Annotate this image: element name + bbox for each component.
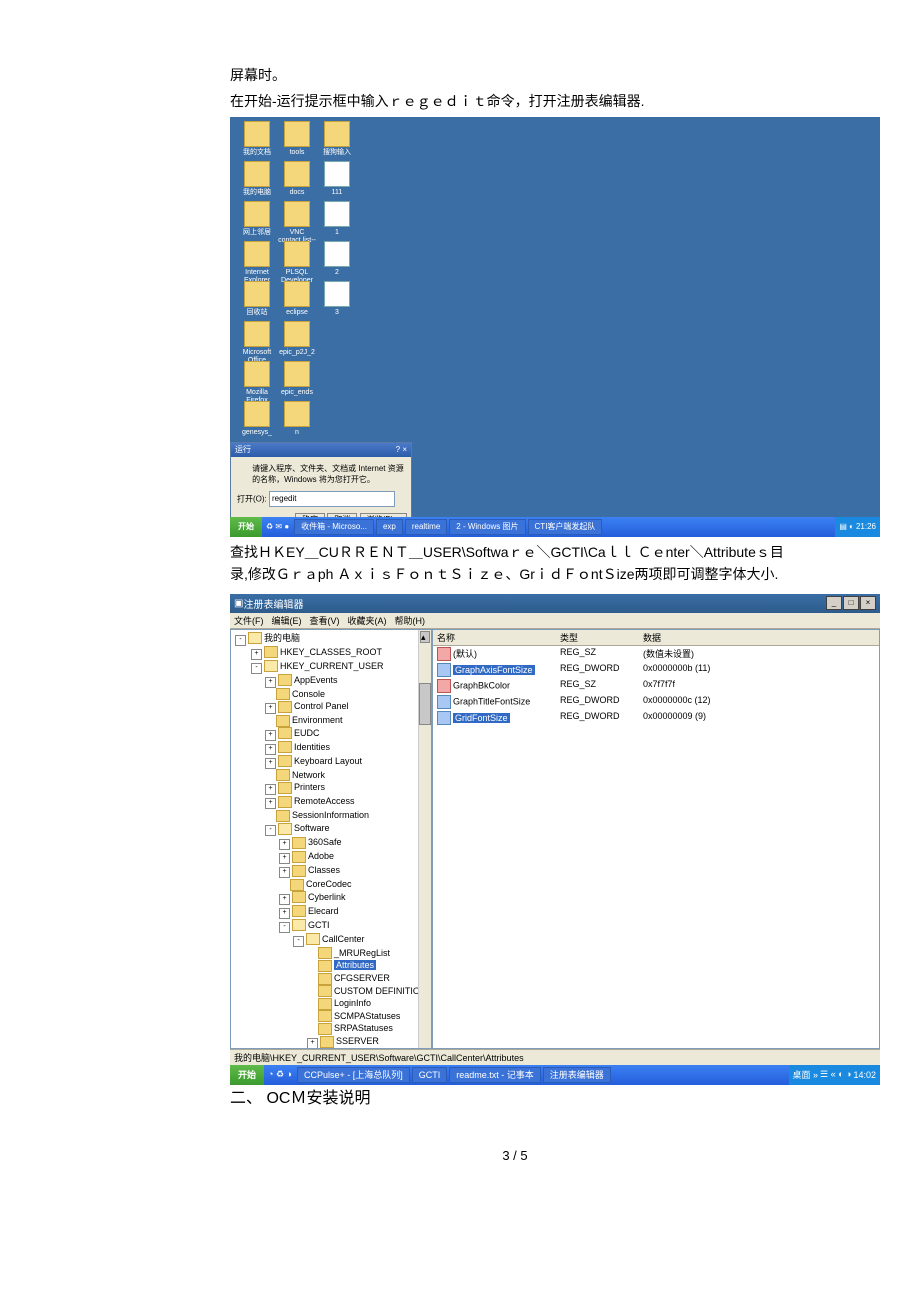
tree-item-Software[interactable]: -Software: [233, 822, 429, 836]
page-number: 3 / 5: [230, 1148, 800, 1163]
registry-tree[interactable]: -我的电脑+HKEY_CLASSES_ROOT-HKEY_CURRENT_USE…: [230, 629, 432, 1049]
tree-item-Control-Panel[interactable]: +Control Panel: [233, 700, 429, 714]
run-close-button[interactable]: ×: [402, 445, 407, 454]
taskbar-item-3[interactable]: 2 - Windows 图片: [449, 519, 525, 535]
tree-item-HKEY-CURRENT-USER[interactable]: -HKEY_CURRENT_USER: [233, 660, 429, 674]
regedit-icon: ▣: [234, 598, 243, 609]
tree-root[interactable]: -我的电脑: [233, 632, 429, 646]
close-button[interactable]: ×: [860, 596, 876, 610]
desktop-icon-n[interactable]: n: [278, 401, 316, 437]
start-button[interactable]: 开始: [230, 517, 262, 537]
tree-item-Classes[interactable]: +Classes: [233, 864, 429, 878]
tree-item-GCTI[interactable]: -GCTI: [233, 919, 429, 933]
taskbar2-item-0[interactable]: CCPulse+ - [上海总队列]: [297, 1067, 410, 1083]
value-row-2[interactable]: GraphBkColorREG_SZ0x7f7f7f: [433, 678, 879, 694]
tree-item-SessionInformation[interactable]: SessionInformation: [233, 809, 429, 822]
tree-item-CUSTOM-DEFINITION[interactable]: CUSTOM DEFINITION: [233, 985, 429, 998]
value-list-header: 名称 类型 数据: [433, 630, 879, 646]
taskbar-item-2[interactable]: realtime: [405, 519, 447, 535]
tree-item-Cyberlink[interactable]: +Cyberlink: [233, 891, 429, 905]
tree-item-Elecard[interactable]: +Elecard: [233, 905, 429, 919]
tree-item-HKEY-CLASSES-ROOT[interactable]: +HKEY_CLASSES_ROOT: [233, 646, 429, 660]
desktop-icon-firefox[interactable]: Mozilla Firefox: [238, 361, 276, 405]
maximize-button[interactable]: □: [843, 596, 859, 610]
tree-item-CoreCodec[interactable]: CoreCodec: [233, 878, 429, 891]
tree-item-Keyboard-Layout[interactable]: +Keyboard Layout: [233, 755, 429, 769]
run-titlebar: 运行 ? ×: [231, 443, 411, 457]
desktop-icon-3[interactable]: 3: [318, 281, 356, 317]
minimize-button[interactable]: _: [826, 596, 842, 610]
desktop-icon-1[interactable]: 1: [318, 201, 356, 237]
desktop-icon-mycomp[interactable]: 我的电脑: [238, 161, 276, 197]
registry-values[interactable]: 名称 类型 数据 (默认)REG_SZ(数值未设置)GraphAxisFontS…: [432, 629, 880, 1049]
tree-item-Environment[interactable]: Environment: [233, 714, 429, 727]
regedit-title: 注册表编辑器: [243, 596, 303, 611]
value-row-3[interactable]: GraphTitleFontSizeREG_DWORD0x0000000c (1…: [433, 694, 879, 710]
taskbar-regedit: 开始 ◔ ♻ ◑ CCPulse+ - [上海总队列]GCTIreadme.tx…: [230, 1065, 880, 1085]
tree-item-AppEvents[interactable]: +AppEvents: [233, 674, 429, 688]
value-row-0[interactable]: (默认)REG_SZ(数值未设置): [433, 646, 879, 663]
tree-item-Attributes[interactable]: Attributes: [233, 959, 429, 972]
system-tray[interactable]: ▤ ◐21:26: [835, 517, 880, 537]
run-title: 运行: [235, 443, 251, 457]
taskbar-item-0[interactable]: 收件箱 - Microso...: [294, 519, 374, 535]
regedit-statusbar: 我的电脑\HKEY_CURRENT_USER\Software\GCTI\Cal…: [230, 1049, 880, 1065]
desktop-icon-docs[interactable]: docs: [278, 161, 316, 197]
screenshot-desktop: 我的文档我的电脑网上邻居 Internet Explorer回收站 Microsof…: [230, 117, 880, 537]
tree-item-SSERVER[interactable]: +SSERVER: [233, 1035, 429, 1049]
tree-scrollbar[interactable]: ▴: [418, 630, 431, 1048]
doc-line2: 在开始-运行提示框中输入ｒｅｇｅｄｉｔ命令，打开注册表编辑器.: [230, 90, 800, 112]
desktop-icon-tools[interactable]: tools: [278, 121, 316, 157]
value-row-1[interactable]: GraphAxisFontSizeREG_DWORD0x0000000b (11…: [433, 662, 879, 678]
tree-item-LoginInfo[interactable]: LoginInfo: [233, 997, 429, 1010]
tree-item-RemoteAccess[interactable]: +RemoteAccess: [233, 795, 429, 809]
regedit-titlebar: ▣ 注册表编辑器 _ □ ×: [230, 594, 880, 613]
value-row-4[interactable]: GridFontSizeREG_DWORD0x00000009 (9): [433, 710, 879, 726]
taskbar2-item-3[interactable]: 注册表编辑器: [543, 1067, 611, 1083]
taskbar: 开始 ♻ ✉ ● 收件箱 - Microso...exprealtime2 - …: [230, 517, 880, 537]
tree-item-360Safe[interactable]: +360Safe: [233, 836, 429, 850]
doc-line3: 查找ＨＫEY＿CUＲＲＥＮＴ＿USER\Softwaｒｅ＼GCTI\Caｌｌ Ｃ…: [230, 541, 800, 586]
desktop-icon-plsql[interactable]: PLSQL Developer: [278, 241, 316, 285]
tree-item-SRPAStatuses[interactable]: SRPAStatuses: [233, 1022, 429, 1035]
tree-item-SCMPAStatuses[interactable]: SCMPAStatuses: [233, 1010, 429, 1023]
tree-item-Identities[interactable]: +Identities: [233, 741, 429, 755]
taskbar2-item-2[interactable]: readme.txt - 记事本: [449, 1067, 541, 1083]
desktop-icon-recycle[interactable]: 回收站: [238, 281, 276, 317]
desktop-icon-2[interactable]: 2: [318, 241, 356, 277]
tree-item-Printers[interactable]: +Printers: [233, 781, 429, 795]
run-open-label: 打开(O):: [237, 494, 267, 503]
tree-item-CFGSERVER[interactable]: CFGSERVER: [233, 972, 429, 985]
desktop-icon-epic1[interactable]: epic_p2J_2: [278, 321, 316, 357]
tree-item-Console[interactable]: Console: [233, 688, 429, 701]
start-button-2[interactable]: 开始: [230, 1065, 264, 1085]
tree-item-EUDC[interactable]: +EUDC: [233, 727, 429, 741]
desktop-icon-eclipse[interactable]: eclipse: [278, 281, 316, 317]
desktop-icon-111[interactable]: 111: [318, 161, 356, 197]
taskbar-item-1[interactable]: exp: [376, 519, 403, 535]
taskbar2-item-1[interactable]: GCTI: [412, 1067, 448, 1083]
section-2-heading: 二、 OCＭ安装说明: [230, 1084, 800, 1108]
run-input[interactable]: [269, 491, 395, 507]
run-prompt: 请键入程序、文件夹、文档或 Internet 资源的名称，Windows 将为您…: [252, 463, 405, 485]
run-icon: [237, 463, 248, 483]
tree-item-CallCenter[interactable]: -CallCenter: [233, 933, 429, 947]
desktop-icon-ie[interactable]: Internet Explorer: [238, 241, 276, 285]
tree-item-Network[interactable]: Network: [233, 769, 429, 782]
system-tray-2[interactable]: 桌面 »☰ « ◐ ◑14:02: [789, 1065, 881, 1085]
doc-line1: 屏幕时。: [230, 64, 800, 86]
desktop-icon-epic2[interactable]: epic_ends: [278, 361, 316, 397]
desktop-icon-netplaces[interactable]: 网上邻居: [238, 201, 276, 237]
desktop-icon-genesys[interactable]: genesys_: [238, 401, 276, 437]
screenshot-regedit: ▣ 注册表编辑器 _ □ × 文件(F)编辑(E)查看(V)收藏夹(A)帮助(H…: [230, 594, 880, 1064]
desktop-icon-msoffice[interactable]: Microsoft Office: [238, 321, 276, 365]
tree-item--MRURegList[interactable]: _MRURegList: [233, 947, 429, 960]
desktop-icon-sw[interactable]: 搜狗输入: [318, 121, 356, 157]
desktop-icon-mydocs[interactable]: 我的文档: [238, 121, 276, 157]
taskbar-item-4[interactable]: CTI客户端发起队: [528, 519, 603, 535]
tree-item-Adobe[interactable]: +Adobe: [233, 850, 429, 864]
run-help-button[interactable]: ?: [396, 445, 400, 454]
regedit-menubar[interactable]: 文件(F)编辑(E)查看(V)收藏夹(A)帮助(H): [230, 613, 880, 629]
